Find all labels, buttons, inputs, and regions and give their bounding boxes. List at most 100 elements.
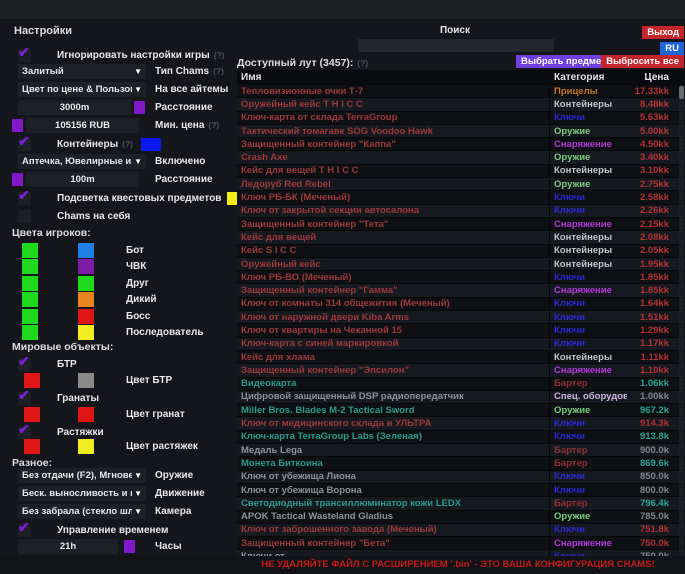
color-swatch[interactable] — [124, 540, 135, 553]
color-swatch[interactable] — [78, 276, 94, 291]
exit-button[interactable]: Выход — [642, 26, 684, 39]
table-row[interactable]: Ключ от наружной двери Kiba ArmsКлючи1.5… — [237, 311, 685, 324]
table-row[interactable]: Защищенный контейнер "Гамма"Снаряжение1.… — [237, 284, 685, 297]
color-swatch[interactable] — [24, 373, 40, 388]
chams-type-dropdown[interactable]: Залитый ▼ — [18, 64, 146, 79]
table-row[interactable]: Кейс для вещей T H I C CКонтейнеры3.10kk — [237, 165, 685, 178]
column-header-category[interactable]: Категория — [549, 72, 627, 83]
table-row[interactable]: Ключ-карта с синей маркировкойКлючи1.17k… — [237, 338, 685, 351]
color-swatch[interactable] — [22, 276, 38, 291]
table-row[interactable]: Цифровой защищенный DSP радиопередатчикС… — [237, 391, 685, 404]
color-swatch[interactable] — [78, 439, 94, 454]
language-button[interactable]: RU — [660, 42, 684, 55]
color-swatch[interactable] — [22, 309, 38, 324]
table-row[interactable]: Ледоруб Red RebelОружие2.75kk — [237, 178, 685, 191]
scrollbar[interactable] — [679, 86, 684, 556]
table-row[interactable]: Ключ от квартиры на Чеканной 15Ключи1.29… — [237, 324, 685, 337]
min-price-input[interactable] — [26, 118, 139, 133]
table-row[interactable]: Ключ РБ-ВО (Меченый)Ключи1.85kk — [237, 271, 685, 284]
containers-checkbox[interactable]: ✔ — [18, 138, 31, 151]
color-swatch[interactable] — [24, 407, 40, 422]
color-swatch[interactable] — [78, 373, 94, 388]
table-row[interactable]: Crash AxeОружие3.40kk — [237, 151, 685, 164]
color-swatch[interactable] — [12, 173, 23, 186]
item-name: Ключ от заброшенного завода (Меченый) — [237, 524, 549, 535]
grenades-checkbox[interactable]: ✔ — [18, 392, 31, 405]
table-row[interactable]: Ключ от комнаты 314 общежития (Меченый)К… — [237, 298, 685, 311]
table-row[interactable]: Защищенный контейнер "Каппа"Снаряжение4.… — [237, 138, 685, 151]
item-category: Контейнеры — [549, 245, 627, 256]
table-row[interactable]: Оружейный кейсКонтейнеры1.95kk — [237, 258, 685, 271]
table-row[interactable]: Ключ от закрытой секции автосалонаКлючи2… — [237, 205, 685, 218]
color-swatch[interactable] — [78, 309, 94, 324]
color-swatch[interactable] — [78, 292, 94, 307]
table-row[interactable]: Ключ-карта от склада TerraGroupКлючи5.63… — [237, 112, 685, 125]
color-swatch[interactable] — [22, 325, 38, 340]
table-row[interactable]: Монета БиткоинаБартер869.6k — [237, 457, 685, 470]
table-row[interactable]: Ключ от медицинского склада в УЛЬТРАКлюч… — [237, 417, 685, 430]
table-row[interactable]: Светодиодный трансиллюминатор кожи LEDXБ… — [237, 497, 685, 510]
item-name: Кейс S I C C — [237, 245, 549, 256]
color-swatch[interactable] — [12, 119, 23, 132]
table-row[interactable]: Ключ РБ-БК (Меченый)Ключи2.58kk — [237, 191, 685, 204]
color-swatch[interactable] — [134, 101, 145, 114]
table-row[interactable]: Кейс для вещейКонтейнеры2.08kk — [237, 231, 685, 244]
quest-highlight-checkbox[interactable]: ✔ — [18, 192, 31, 205]
player-color-row: Друг — [10, 275, 235, 291]
table-row[interactable]: Ключ от заброшенного завода (Меченый)Клю… — [237, 524, 685, 537]
all-items-dropdown[interactable]: Цвет по цене & Пользователь ▼ — [18, 82, 146, 97]
column-header-price[interactable]: Цена — [627, 72, 685, 83]
setting-time-control: ✔ Управление временем — [10, 522, 235, 538]
item-category: Контейнеры — [549, 232, 627, 243]
movement-dropdown[interactable]: Беск. выносливость и нет уста ▼ — [18, 486, 146, 501]
table-row[interactable]: Ключ от убежища ВоронаКлючи800.0k — [237, 484, 685, 497]
color-swatch[interactable] — [78, 407, 94, 422]
container-distance-input[interactable] — [26, 172, 139, 187]
table-row[interactable]: Miller Bros. Blades M-2 Tactical SwordОр… — [237, 404, 685, 417]
color-swatch[interactable] — [78, 259, 94, 274]
table-row[interactable]: Кейс для хламаКонтейнеры1.11kk — [237, 351, 685, 364]
btr-checkbox[interactable]: ✔ — [18, 358, 31, 371]
color-swatch[interactable] — [22, 243, 38, 258]
camera-dropdown[interactable]: Без забрала (стекло шлема) ▼ — [18, 504, 146, 519]
table-row[interactable]: ВидеокартаБартер1.06kk — [237, 378, 685, 391]
table-row[interactable]: Защищенный контейнер "Бета"Снаряжение750… — [237, 537, 685, 550]
containers-filter-dropdown[interactable]: Аптечка, Ювелирные и... ▼ — [18, 154, 146, 169]
table-row[interactable]: Ключ от убежища ЛионаКлючи850.0k — [237, 471, 685, 484]
hours-input[interactable] — [18, 539, 118, 554]
help-icon[interactable]: (?) — [214, 50, 225, 60]
weapon-dropdown[interactable]: Без отдачи (F2), Мгновенное п ▼ — [18, 468, 146, 483]
help-icon[interactable]: (?) — [357, 58, 368, 68]
item-name: Защищенный контейнер "Гамма" — [237, 285, 549, 296]
drop-all-button[interactable]: Выбросить все — [601, 55, 684, 68]
color-swatch[interactable] — [22, 259, 38, 274]
time-control-checkbox[interactable]: ✔ — [18, 524, 31, 537]
help-icon[interactable]: (?) — [213, 66, 224, 76]
color-swatch[interactable] — [141, 138, 161, 151]
tripwires-checkbox[interactable]: ✔ — [18, 426, 31, 439]
help-icon[interactable]: (?) — [208, 120, 219, 130]
setting-all-items: Цвет по цене & Пользователь ▼ На все айт… — [10, 81, 235, 97]
chams-self-checkbox[interactable] — [18, 210, 31, 223]
color-swatch[interactable] — [78, 243, 94, 258]
color-swatch[interactable] — [22, 292, 38, 307]
item-category: Спец. оборудование — [549, 391, 627, 402]
table-row[interactable]: Медаль LegaБартер900.0k — [237, 444, 685, 457]
table-row[interactable]: Тепловизионные очки Т-7Прицелы17.33kk — [237, 85, 685, 98]
help-icon[interactable]: (?) — [122, 139, 133, 149]
table-row[interactable]: Кейс S I C CКонтейнеры2.05kk — [237, 245, 685, 258]
table-row[interactable]: Ключ-карта TerraGroup Labs (Зеленая)Ключ… — [237, 431, 685, 444]
scrollbar-thumb[interactable] — [679, 86, 684, 99]
search-input[interactable] — [358, 39, 554, 52]
table-row[interactable]: Тактический томагавк SOG Voodoo HawkОруж… — [237, 125, 685, 138]
color-swatch[interactable] — [78, 325, 94, 340]
column-header-name[interactable]: Имя — [237, 72, 549, 83]
table-row[interactable]: Оружейный кейс T H I C CКонтейнеры8.48kk — [237, 98, 685, 111]
item-name: Медаль Lega — [237, 445, 549, 456]
ignore-game-settings-checkbox[interactable]: ✔ — [18, 49, 31, 62]
table-row[interactable]: Защищенный контейнер "Эпсилон"Снаряжение… — [237, 364, 685, 377]
table-row[interactable]: Защищенный контейнер "Тета"Снаряжение2.1… — [237, 218, 685, 231]
table-row[interactable]: APOK Tactical Wasteland GladiusОружие785… — [237, 511, 685, 524]
color-swatch[interactable] — [24, 439, 40, 454]
distance-input[interactable] — [18, 100, 131, 115]
